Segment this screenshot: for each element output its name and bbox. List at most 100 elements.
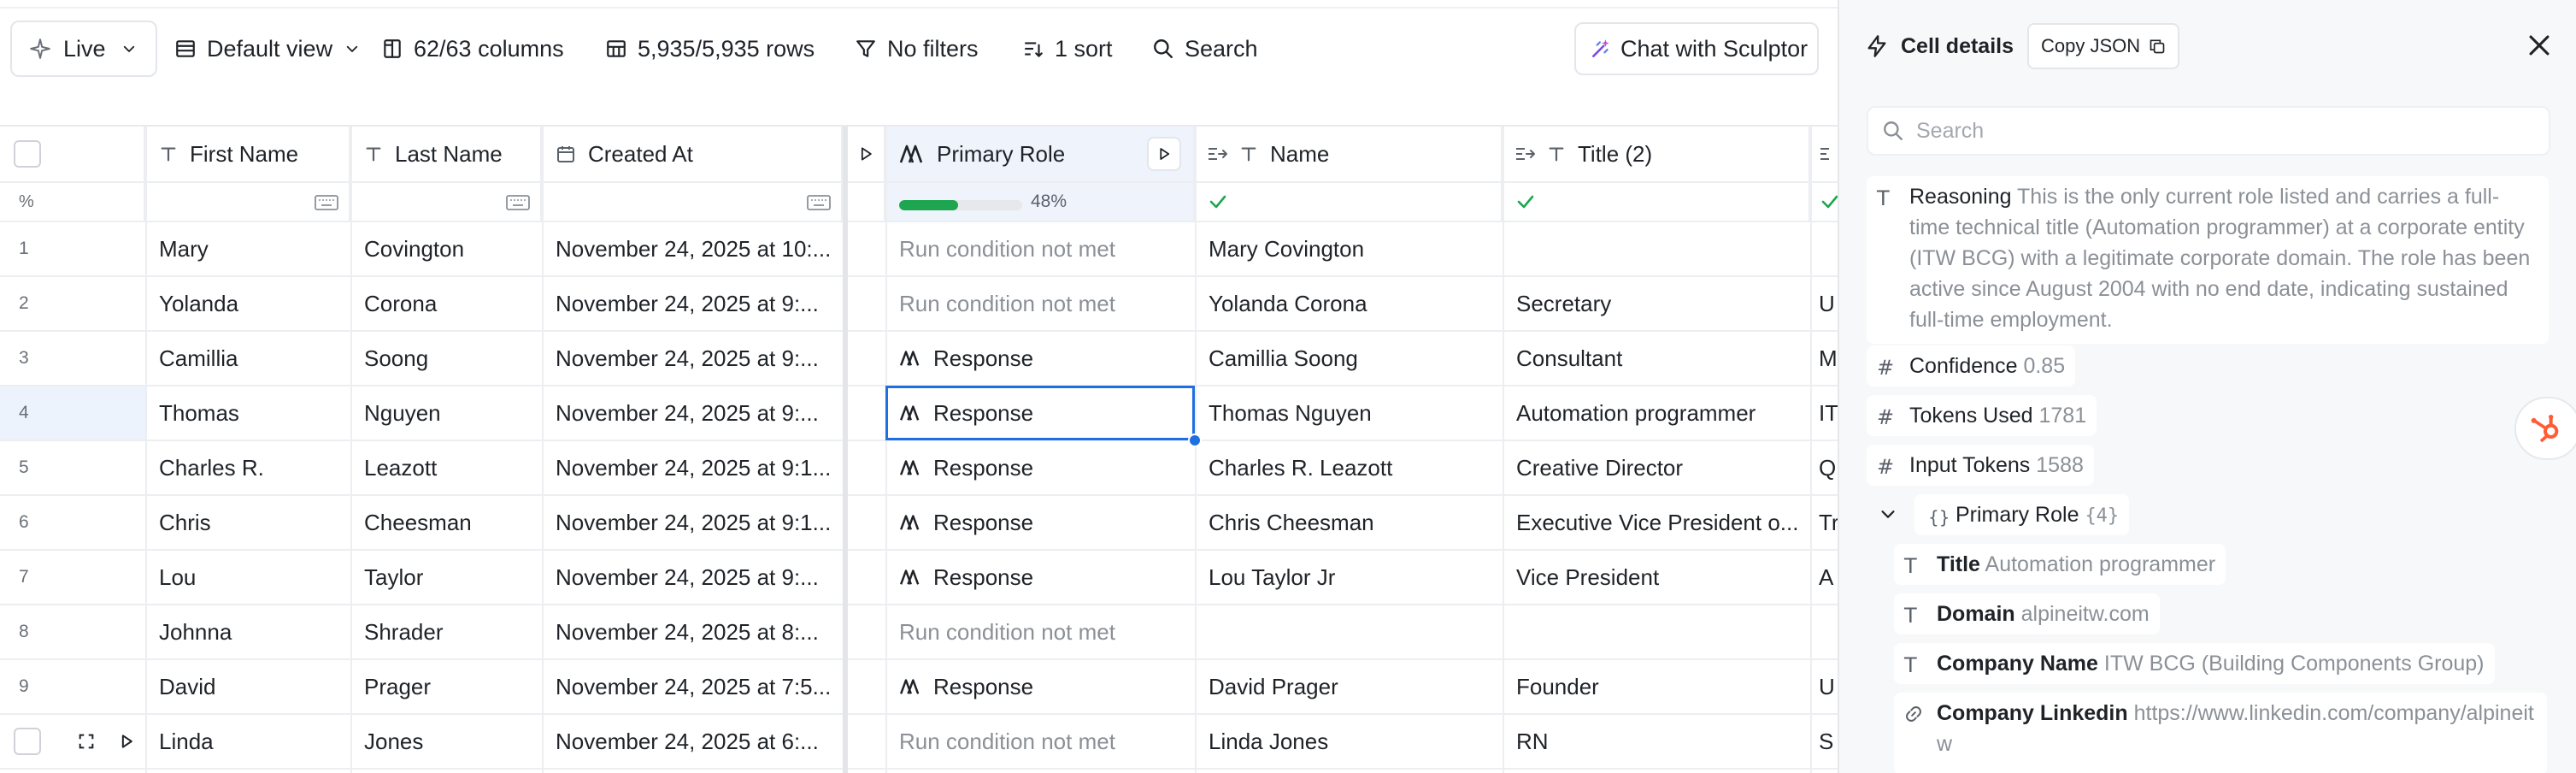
row-number[interactable]: 6 — [0, 496, 145, 549]
row-number[interactable]: 5 — [0, 441, 145, 494]
cell-first-name[interactable]: Camillia — [145, 332, 350, 385]
cell-title-2[interactable]: Secretary — [1503, 277, 1810, 330]
columns-button[interactable]: 62/63 columns — [381, 19, 564, 79]
column-header-primary-role[interactable]: Primary Role — [885, 127, 1195, 183]
cell-created-at[interactable]: November 24, 2025 at 9:... — [542, 277, 843, 330]
column-header-partial[interactable] — [1810, 127, 1838, 183]
column-header-name[interactable]: Name — [1195, 127, 1503, 183]
cell-first-name[interactable]: Chris — [145, 496, 350, 549]
cell-name[interactable]: David Prager — [1195, 660, 1503, 713]
cell-created-at[interactable]: November 24, 2025 at 10:... — [542, 222, 843, 275]
cell-title-2[interactable] — [1503, 605, 1810, 658]
cell-created-at[interactable]: November 24, 2025 at 9:1... — [542, 496, 843, 549]
cell-last-name[interactable]: Corona — [350, 277, 542, 330]
hubspot-tab[interactable] — [2514, 397, 2576, 460]
chat-with-sculptor-button[interactable]: Chat with Sculptor — [1574, 22, 1819, 75]
view-selector[interactable]: Default view — [174, 19, 360, 79]
cell-created-at[interactable]: November 24, 2025 at 7:5... — [542, 660, 843, 713]
cell-last-name[interactable]: Nguyen — [350, 386, 542, 440]
cell-primary-role[interactable]: Response — [885, 660, 1195, 713]
row-number[interactable]: 9 — [0, 660, 145, 713]
cell-last-name[interactable]: Covington — [350, 222, 542, 275]
rows-button[interactable]: 5,935/5,935 rows — [605, 19, 815, 79]
row-checkbox[interactable] — [14, 728, 41, 755]
cell-name[interactable]: Chris Cheesman — [1195, 496, 1503, 549]
cell-created-at[interactable]: November 24, 2025 at 9:... — [542, 386, 843, 440]
keyboard-icon[interactable] — [315, 193, 338, 212]
search-button[interactable]: Search — [1152, 19, 1258, 79]
panel-search-field[interactable] — [1867, 106, 2550, 156]
cell-partial[interactable]: Tr — [1810, 496, 1838, 549]
cell-title-2[interactable]: Consultant — [1503, 332, 1810, 385]
run-column-button[interactable] — [1147, 137, 1181, 171]
play-icon[interactable] — [118, 733, 135, 750]
cell-partial[interactable]: A — [1810, 551, 1838, 604]
fill-handle[interactable] — [1188, 434, 1202, 447]
cell-last-name[interactable]: Taylor — [350, 551, 542, 604]
cell-title-2[interactable] — [1503, 222, 1810, 275]
cell-partial[interactable] — [1810, 605, 1838, 658]
keyboard-icon[interactable] — [506, 193, 530, 212]
cell-first-name[interactable]: Yolanda — [145, 277, 350, 330]
cell-created-at[interactable]: November 24, 2025 at 9:1... — [542, 441, 843, 494]
row-number[interactable] — [0, 715, 145, 768]
cell-primary-role[interactable]: Run condition not met — [885, 715, 1195, 768]
cell-partial[interactable]: M — [1810, 332, 1838, 385]
cell-name[interactable] — [1195, 605, 1503, 658]
cell-partial[interactable]: S — [1810, 715, 1838, 768]
cell-partial[interactable]: U — [1810, 660, 1838, 713]
cell-last-name[interactable]: Jones — [350, 715, 542, 768]
cell-last-name[interactable]: Prager — [350, 660, 542, 713]
close-icon[interactable] — [2525, 31, 2554, 60]
cell-title-2[interactable]: Automation programmer — [1503, 386, 1810, 440]
cell-title-2[interactable]: RN — [1503, 715, 1810, 768]
collapsed-group-header[interactable] — [848, 127, 885, 183]
panel-search-input[interactable] — [1916, 118, 2514, 144]
cell-title-2[interactable]: Founder — [1503, 660, 1810, 713]
cell-first-name[interactable]: Charles R. — [145, 441, 350, 494]
cell-name[interactable]: Charles R. Leazott — [1195, 441, 1503, 494]
column-header-created-at[interactable]: Created At — [542, 127, 843, 183]
cell-primary-role[interactable]: Response — [885, 441, 1195, 494]
cell-first-name[interactable]: David — [145, 660, 350, 713]
column-header-title-2[interactable]: Title (2) — [1503, 127, 1810, 183]
cell-first-name[interactable]: Thomas — [145, 386, 350, 440]
cell-name[interactable]: Thomas Nguyen — [1195, 386, 1503, 440]
copy-json-button[interactable]: Copy JSON — [2027, 23, 2180, 69]
frozen-column-divider[interactable] — [843, 127, 848, 773]
column-header-last-name[interactable]: Last Name — [350, 127, 542, 183]
row-number[interactable]: 4 — [0, 386, 145, 440]
cell-first-name[interactable]: Johnna — [145, 605, 350, 658]
cell-name[interactable]: Linda Jones — [1195, 715, 1503, 768]
chevron-down-icon[interactable] — [1879, 505, 1897, 523]
column-header-first-name[interactable]: First Name — [145, 127, 350, 183]
cell-partial[interactable]: U — [1810, 277, 1838, 330]
cell-primary-role[interactable]: Run condition not met — [885, 605, 1195, 658]
select-all-checkbox[interactable] — [14, 140, 41, 168]
cell-first-name[interactable]: Lou — [145, 551, 350, 604]
cell-primary-role[interactable]: Response — [885, 332, 1195, 385]
expand-icon[interactable] — [77, 732, 96, 751]
row-number[interactable]: 7 — [0, 551, 145, 604]
cell-primary-role[interactable]: Run condition not met — [885, 222, 1195, 275]
cell-created-at[interactable]: November 24, 2025 at 9:... — [542, 332, 843, 385]
cell-last-name[interactable]: Soong — [350, 332, 542, 385]
cell-last-name[interactable]: Leazott — [350, 441, 542, 494]
cell-partial[interactable]: Q — [1810, 441, 1838, 494]
cell-primary-role[interactable]: Run condition not met — [885, 277, 1195, 330]
row-number[interactable]: 2 — [0, 277, 145, 330]
cell-title-2[interactable]: Creative Director — [1503, 441, 1810, 494]
cell-first-name[interactable]: Linda — [145, 715, 350, 768]
cell-name[interactable]: Lou Taylor Jr — [1195, 551, 1503, 604]
cell-primary-role[interactable]: Response — [885, 551, 1195, 604]
cell-first-name[interactable]: Mary — [145, 222, 350, 275]
sort-button[interactable]: 1 sort — [1022, 19, 1113, 79]
row-number[interactable]: 8 — [0, 605, 145, 658]
cell-name[interactable]: Mary Covington — [1195, 222, 1503, 275]
filters-button[interactable]: No filters — [855, 19, 979, 79]
cell-created-at[interactable]: November 24, 2025 at 8:... — [542, 605, 843, 658]
cell-created-at[interactable]: November 24, 2025 at 6:... — [542, 715, 843, 768]
cell-last-name[interactable]: Shrader — [350, 605, 542, 658]
row-number[interactable]: 3 — [0, 332, 145, 385]
cell-created-at[interactable]: November 24, 2025 at 9:... — [542, 551, 843, 604]
